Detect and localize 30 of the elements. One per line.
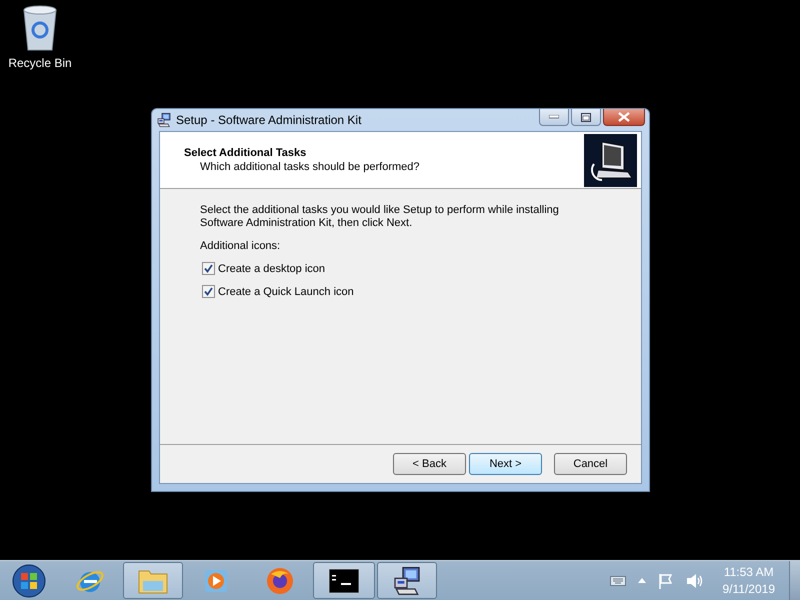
- close-icon: [618, 112, 630, 122]
- taskbar-button[interactable]: [313, 562, 375, 599]
- keyboard-icon[interactable]: [610, 576, 626, 586]
- window-title: Setup - Software Administration Kit: [176, 113, 362, 127]
- start-orb-icon: [11, 562, 47, 598]
- show-desktop-button[interactable]: [789, 561, 800, 600]
- checkmark-icon: [204, 264, 213, 273]
- taskbar-button[interactable]: [377, 562, 437, 599]
- group-label: Additional icons:: [200, 240, 282, 252]
- checkbox-label[interactable]: Create a desktop icon: [218, 262, 326, 274]
- minimize-button[interactable]: [539, 109, 569, 126]
- setup-app-icon: [156, 112, 172, 128]
- page-title: Select Additional Tasks: [184, 147, 308, 159]
- page-subtitle: Which additional tasks should be performed?: [199, 161, 421, 173]
- maximize-icon: [581, 112, 591, 122]
- recycle-bin-icon[interactable]: [21, 4, 59, 52]
- checkbox[interactable]: [202, 262, 215, 275]
- maximize-button[interactable]: [571, 109, 601, 126]
- firefox-icon: [265, 566, 295, 596]
- checkmark-icon: [204, 287, 213, 296]
- minimize-icon: [549, 115, 559, 119]
- checkbox-label[interactable]: Create a Quick Launch icon: [218, 286, 354, 298]
- console-icon: [329, 568, 359, 592]
- dialog-button[interactable]: < Back: [393, 453, 466, 475]
- desktop-icon-label: Recycle Bin: [8, 56, 72, 70]
- dialog-button[interactable]: Cancel: [554, 453, 627, 475]
- instruction-text: Select the additional tasks you would like Setup to perform while installing Software Administration Kit, then click Next.: [200, 204, 560, 230]
- dialog-button[interactable]: Next >: [469, 453, 542, 475]
- close-button[interactable]: [603, 109, 645, 126]
- checkbox[interactable]: [202, 285, 215, 298]
